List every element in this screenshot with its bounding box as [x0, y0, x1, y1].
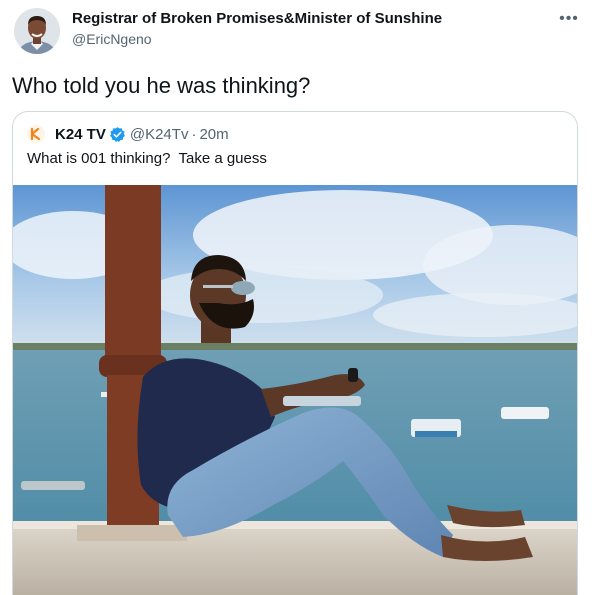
- quoted-tweet-header: K24 TV @K24Tv · 20m: [27, 125, 229, 143]
- quoted-tweet[interactable]: K24 TV @K24Tv · 20m What is 001 thinking…: [12, 111, 578, 595]
- more-options-button[interactable]: •••: [554, 4, 584, 34]
- author-block: Registrar of Broken Promises&Minister of…: [72, 10, 442, 48]
- quoted-author-name[interactable]: K24 TV: [55, 126, 106, 143]
- quoted-tweet-text: What is 001 thinking? Take a guess: [27, 150, 267, 167]
- avatar-image: [14, 8, 60, 54]
- separator-dot: ·: [191, 125, 197, 143]
- k24-logo-icon: [27, 125, 45, 143]
- more-horizontal-icon: •••: [559, 10, 579, 27]
- author-name[interactable]: Registrar of Broken Promises&Minister of…: [72, 10, 442, 28]
- author-handle[interactable]: @EricNgeno: [72, 30, 442, 48]
- quoted-tweet-photo[interactable]: [13, 185, 577, 595]
- quoted-timestamp[interactable]: 20m: [199, 126, 228, 143]
- quoted-author-handle[interactable]: @K24Tv: [130, 126, 189, 143]
- author-avatar[interactable]: [14, 8, 60, 54]
- verified-badge-icon: [109, 126, 126, 143]
- tweet-text: Who told you he was thinking?: [12, 73, 311, 98]
- photo-image: [13, 185, 577, 595]
